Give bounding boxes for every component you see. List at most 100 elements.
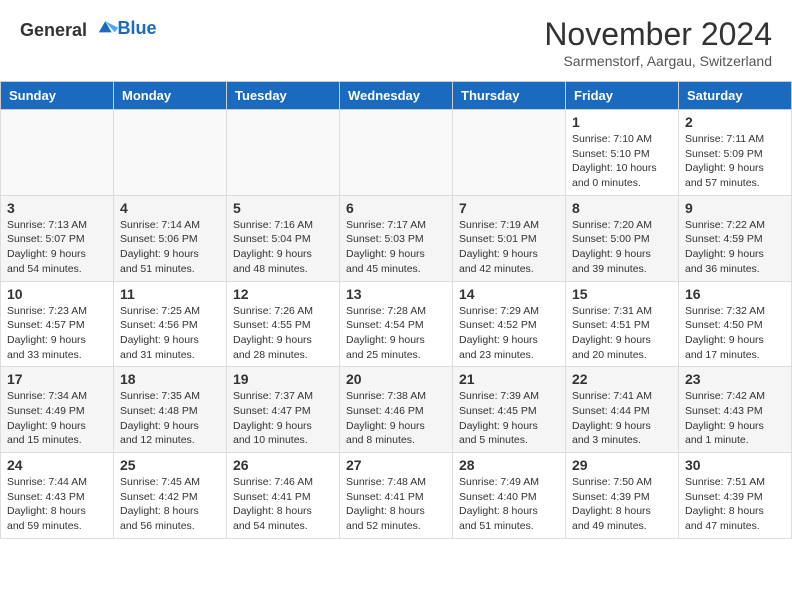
day-number: 4	[120, 200, 220, 216]
calendar-cell: 12 Sunrise: 7:26 AM Sunset: 4:55 PM Dayli…	[227, 281, 340, 367]
calendar-cell: 3 Sunrise: 7:13 AM Sunset: 5:07 PM Daylig…	[1, 195, 114, 281]
day-info: Sunrise: 7:25 AM Sunset: 4:56 PM Dayligh…	[120, 305, 200, 361]
day-info: Sunrise: 7:26 AM Sunset: 4:55 PM Dayligh…	[233, 305, 313, 361]
calendar-table: SundayMondayTuesdayWednesdayThursdayFrid…	[0, 81, 792, 539]
day-number: 11	[120, 286, 220, 302]
calendar-cell: 27 Sunrise: 7:48 AM Sunset: 4:41 PM Dayli…	[340, 453, 453, 539]
day-info: Sunrise: 7:44 AM Sunset: 4:43 PM Dayligh…	[7, 476, 87, 532]
day-number: 1	[572, 114, 672, 130]
day-info: Sunrise: 7:32 AM Sunset: 4:50 PM Dayligh…	[685, 305, 765, 361]
day-info: Sunrise: 7:28 AM Sunset: 4:54 PM Dayligh…	[346, 305, 426, 361]
location-text: Sarmenstorf, Aargau, Switzerland	[544, 53, 772, 69]
calendar-cell: 29 Sunrise: 7:50 AM Sunset: 4:39 PM Dayli…	[566, 453, 679, 539]
day-info: Sunrise: 7:45 AM Sunset: 4:42 PM Dayligh…	[120, 476, 200, 532]
calendar-cell: 7 Sunrise: 7:19 AM Sunset: 5:01 PM Daylig…	[453, 195, 566, 281]
day-number: 24	[7, 457, 107, 473]
day-number: 13	[346, 286, 446, 302]
day-number: 20	[346, 371, 446, 387]
day-number: 17	[7, 371, 107, 387]
day-number: 12	[233, 286, 333, 302]
day-number: 19	[233, 371, 333, 387]
calendar-cell: 25 Sunrise: 7:45 AM Sunset: 4:42 PM Dayli…	[114, 453, 227, 539]
day-info: Sunrise: 7:37 AM Sunset: 4:47 PM Dayligh…	[233, 390, 313, 446]
logo-blue-text: Blue	[118, 18, 157, 39]
day-number: 28	[459, 457, 559, 473]
day-number: 5	[233, 200, 333, 216]
calendar-cell: 13 Sunrise: 7:28 AM Sunset: 4:54 PM Dayli…	[340, 281, 453, 367]
day-number: 18	[120, 371, 220, 387]
calendar-cell: 8 Sunrise: 7:20 AM Sunset: 5:00 PM Daylig…	[566, 195, 679, 281]
month-title: November 2024	[544, 16, 772, 53]
logo: General Blue	[20, 16, 157, 41]
day-number: 25	[120, 457, 220, 473]
title-section: November 2024 Sarmenstorf, Aargau, Switz…	[544, 16, 772, 69]
calendar-cell: 17 Sunrise: 7:34 AM Sunset: 4:49 PM Dayli…	[1, 367, 114, 453]
calendar-cell	[227, 110, 340, 196]
day-info: Sunrise: 7:38 AM Sunset: 4:46 PM Dayligh…	[346, 390, 426, 446]
day-number: 27	[346, 457, 446, 473]
calendar-cell: 1 Sunrise: 7:10 AM Sunset: 5:10 PM Daylig…	[566, 110, 679, 196]
calendar-body: 1 Sunrise: 7:10 AM Sunset: 5:10 PM Daylig…	[1, 110, 792, 539]
calendar-cell: 10 Sunrise: 7:23 AM Sunset: 4:57 PM Dayli…	[1, 281, 114, 367]
calendar-cell: 15 Sunrise: 7:31 AM Sunset: 4:51 PM Dayli…	[566, 281, 679, 367]
day-number: 22	[572, 371, 672, 387]
logo-text: General	[20, 16, 118, 41]
day-info: Sunrise: 7:29 AM Sunset: 4:52 PM Dayligh…	[459, 305, 539, 361]
calendar-cell: 14Sunrise: 7:29 AM Sunset: 4:52 PM Dayli…	[453, 281, 566, 367]
day-info: Sunrise: 7:17 AM Sunset: 5:03 PM Dayligh…	[346, 219, 426, 275]
day-info: Sunrise: 7:35 AM Sunset: 4:48 PM Dayligh…	[120, 390, 200, 446]
day-info: Sunrise: 7:23 AM Sunset: 4:57 PM Dayligh…	[7, 305, 87, 361]
day-info: Sunrise: 7:41 AM Sunset: 4:44 PM Dayligh…	[572, 390, 652, 446]
day-info: Sunrise: 7:50 AM Sunset: 4:39 PM Dayligh…	[572, 476, 652, 532]
day-info: Sunrise: 7:31 AM Sunset: 4:51 PM Dayligh…	[572, 305, 652, 361]
calendar-cell: 21 Sunrise: 7:39 AM Sunset: 4:45 PM Dayli…	[453, 367, 566, 453]
calendar-cell: 26Sunrise: 7:46 AM Sunset: 4:41 PM Dayli…	[227, 453, 340, 539]
day-info: Sunrise: 7:22 AM Sunset: 4:59 PM Dayligh…	[685, 219, 765, 275]
day-info: Sunrise: 7:11 AM Sunset: 5:09 PM Dayligh…	[685, 133, 764, 189]
day-number: 15	[572, 286, 672, 302]
day-info: Sunrise: 7:49 AM Sunset: 4:40 PM Dayligh…	[459, 476, 539, 532]
day-info: Sunrise: 7:48 AM Sunset: 4:41 PM Dayligh…	[346, 476, 426, 532]
day-number: 6	[346, 200, 446, 216]
day-number: 21	[459, 371, 559, 387]
weekday-header-sunday: Sunday	[1, 82, 114, 110]
calendar-week-2: 3 Sunrise: 7:13 AM Sunset: 5:07 PM Daylig…	[1, 195, 792, 281]
day-info: Sunrise: 7:34 AM Sunset: 4:49 PM Dayligh…	[7, 390, 87, 446]
day-info: Sunrise: 7:39 AM Sunset: 4:45 PM Dayligh…	[459, 390, 539, 446]
calendar-week-5: 24 Sunrise: 7:44 AM Sunset: 4:43 PM Dayli…	[1, 453, 792, 539]
logo-icon	[94, 16, 118, 36]
calendar-header-row: SundayMondayTuesdayWednesdayThursdayFrid…	[1, 82, 792, 110]
page-header: General Blue November 2024 Sarmenstorf, …	[0, 0, 792, 73]
weekday-header-thursday: Thursday	[453, 82, 566, 110]
calendar-cell: 20 Sunrise: 7:38 AM Sunset: 4:46 PM Dayli…	[340, 367, 453, 453]
calendar-cell: 4Sunrise: 7:14 AM Sunset: 5:06 PM Daylig…	[114, 195, 227, 281]
calendar-cell	[114, 110, 227, 196]
calendar-cell: 11 Sunrise: 7:25 AM Sunset: 4:56 PM Dayli…	[114, 281, 227, 367]
calendar-cell	[453, 110, 566, 196]
calendar-cell: 6 Sunrise: 7:17 AM Sunset: 5:03 PM Daylig…	[340, 195, 453, 281]
weekday-header-wednesday: Wednesday	[340, 82, 453, 110]
day-info: Sunrise: 7:10 AM Sunset: 5:10 PM Dayligh…	[572, 133, 657, 189]
day-number: 23	[685, 371, 785, 387]
day-info: Sunrise: 7:42 AM Sunset: 4:43 PM Dayligh…	[685, 390, 765, 446]
calendar-week-4: 17 Sunrise: 7:34 AM Sunset: 4:49 PM Dayli…	[1, 367, 792, 453]
day-info: Sunrise: 7:20 AM Sunset: 5:00 PM Dayligh…	[572, 219, 652, 275]
calendar-cell	[1, 110, 114, 196]
calendar-cell	[340, 110, 453, 196]
day-number: 7	[459, 200, 559, 216]
calendar-cell: 28 Sunrise: 7:49 AM Sunset: 4:40 PM Dayli…	[453, 453, 566, 539]
calendar-cell: 16Sunrise: 7:32 AM Sunset: 4:50 PM Dayli…	[679, 281, 792, 367]
day-number: 30	[685, 457, 785, 473]
day-number: 29	[572, 457, 672, 473]
day-info: Sunrise: 7:51 AM Sunset: 4:39 PM Dayligh…	[685, 476, 765, 532]
calendar-cell: 30 Sunrise: 7:51 AM Sunset: 4:39 PM Dayli…	[679, 453, 792, 539]
day-number: 2	[685, 114, 785, 130]
day-number: 10	[7, 286, 107, 302]
day-number: 8	[572, 200, 672, 216]
day-info: Sunrise: 7:19 AM Sunset: 5:01 PM Dayligh…	[459, 219, 539, 275]
day-info: Sunrise: 7:16 AM Sunset: 5:04 PM Dayligh…	[233, 219, 313, 275]
day-info: Sunrise: 7:13 AM Sunset: 5:07 PM Dayligh…	[7, 219, 87, 275]
calendar-cell: 24 Sunrise: 7:44 AM Sunset: 4:43 PM Dayli…	[1, 453, 114, 539]
calendar-week-3: 10 Sunrise: 7:23 AM Sunset: 4:57 PM Dayli…	[1, 281, 792, 367]
day-number: 3	[7, 200, 107, 216]
